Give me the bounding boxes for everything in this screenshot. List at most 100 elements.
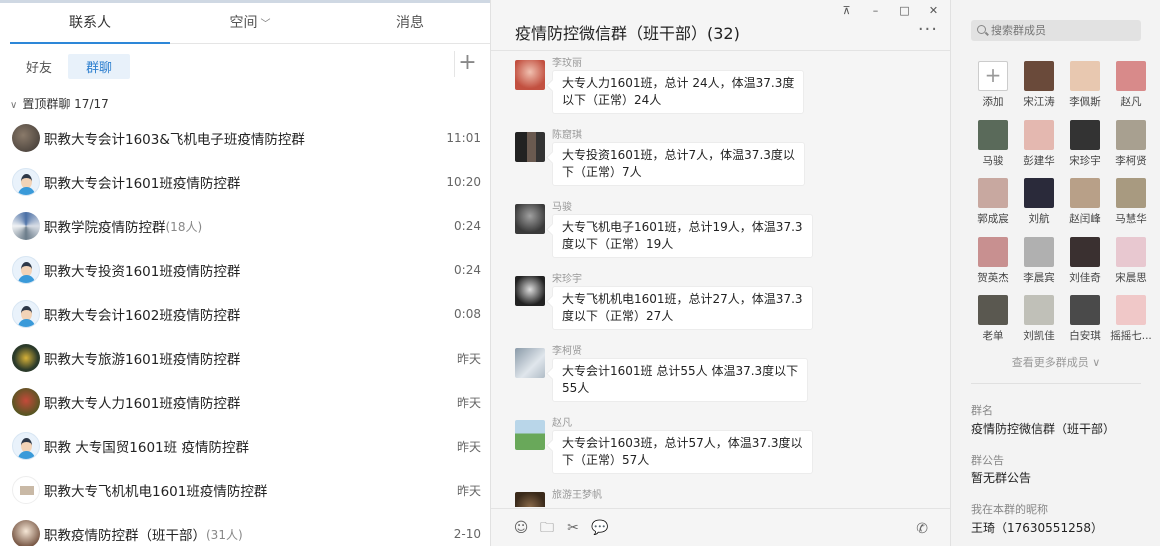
message-bubble[interactable]: 大专投资1601班，总计7人，体温37.3度以 下（正常）7人: [552, 142, 805, 186]
member-item[interactable]: 刘凯佳: [1016, 295, 1062, 354]
group-time: 昨天: [456, 395, 481, 410]
message-bubble[interactable]: 大专飞机机电1601班，总计27人，体温37.3 度以下（正常）27人: [552, 286, 813, 330]
group-time: 0:24: [454, 263, 481, 277]
group-member-count: (31人): [206, 527, 243, 542]
member-item[interactable]: 摇摇七...: [1108, 295, 1154, 354]
member-item[interactable]: 宋珍宇: [1062, 119, 1108, 179]
sender-avatar[interactable]: [515, 132, 545, 162]
sender-avatar[interactable]: [515, 204, 545, 234]
message-bubble[interactable]: 大专会计1603班，总计57人，体温37.3度以 下（正常）57人: [552, 430, 813, 474]
minimize-icon[interactable]: –: [861, 2, 890, 20]
close-icon[interactable]: ✕: [919, 2, 948, 20]
message-line: 大专飞机电子1601班，总计19人，体温37.3: [562, 220, 803, 234]
subtab-groups[interactable]: 群聊: [68, 53, 131, 79]
chat-bubble-icon[interactable]: 💬: [591, 520, 608, 536]
member-item[interactable]: 李佩斯: [1062, 61, 1108, 120]
member-item[interactable]: 白安琪: [1062, 295, 1108, 354]
member-item[interactable]: 马骏: [970, 119, 1016, 179]
message-line: 大专会计1603班，总计57人，体温37.3度以: [562, 436, 803, 450]
contact-subtabs: 好友 群聊 +: [14, 51, 480, 79]
search-icon: [977, 25, 986, 34]
member-name: 宋晨思: [1115, 271, 1147, 284]
group-list-item[interactable]: 职教 大专国贸1601班 疫情防控群 昨天: [0, 424, 490, 468]
member-search-input[interactable]: [991, 24, 1131, 37]
member-item[interactable]: 老单: [970, 295, 1016, 354]
sender-avatar[interactable]: [515, 348, 545, 378]
more-options-icon[interactable]: ···: [918, 21, 938, 39]
member-item[interactable]: 马慧华: [1108, 178, 1154, 237]
plus-icon[interactable]: +: [454, 51, 480, 77]
pin-icon[interactable]: ⊼: [832, 2, 861, 20]
member-item[interactable]: 贺英杰: [970, 236, 1016, 296]
member-name: 马慧华: [1115, 213, 1147, 225]
member-item[interactable]: 刘航: [1016, 178, 1062, 237]
folder-icon[interactable]: 🗀: [539, 520, 555, 536]
group-time: 2-10: [453, 527, 481, 541]
chat-title: 疫情防控微信群（班干部）(32): [515, 24, 740, 43]
tab-space-label: 空间: [229, 15, 258, 31]
member-name: 李柯贤: [1115, 154, 1147, 167]
group-list-item[interactable]: 职教疫情防控群（班干部） (31人) 2-10: [0, 512, 490, 546]
sender-name: 宋珍宇: [552, 274, 582, 285]
member-item[interactable]: 刘佳奇: [1062, 236, 1108, 296]
member-search[interactable]: [971, 20, 1141, 41]
subtab-friends[interactable]: 好友: [14, 54, 64, 79]
group-name: 职教大专投资1601班疫情防控群: [44, 264, 241, 280]
message-bubble[interactable]: 大专人力1601班，总计 24人，体温37.3度 以下（正常）24人: [552, 70, 805, 114]
scissors-icon[interactable]: ✂: [565, 520, 581, 536]
member-item[interactable]: 赵闰峰: [1062, 178, 1108, 237]
member-grid: + 添加 宋江涛 李佩斯 赵凡马骏 彭建华 宋珍宇 李柯贤郭成宸 刘航 赵闰峰 马慧华贺英杰 李晨…: [970, 61, 1152, 354]
section-count: 17/17: [74, 97, 109, 111]
member-avatar: [1116, 236, 1146, 267]
group-name: 职教大专会计1601班疫情防控群: [44, 176, 241, 192]
chevron-down-icon: ∨: [1092, 356, 1101, 369]
group-avatar: [12, 124, 40, 152]
message-line: 大专人力1601班，总计 24人，体温37.3度: [562, 76, 795, 90]
group-avatar: [12, 432, 40, 460]
member-name: 摇摇七...: [1110, 330, 1152, 342]
group-list-item[interactable]: 职教大专会计1603&飞机电子班疫情防控群 11:01: [0, 116, 490, 160]
sender-avatar[interactable]: [515, 420, 545, 450]
sender-avatar[interactable]: [515, 60, 545, 90]
sender-avatar[interactable]: [515, 492, 545, 507]
add-member-button[interactable]: + 添加: [970, 61, 1016, 120]
message-bubble[interactable]: 大专飞机电子1601班，总计19人，体温37.3 度以下（正常）19人: [552, 214, 813, 258]
message-line: 下（正常）7人: [562, 165, 642, 179]
member-item[interactable]: 宋晨思: [1108, 236, 1154, 296]
message-list[interactable]: 李玟丽 大专人力1601班，总计 24人，体温37.3度 以下（正常）24人 陈窟琪大…: [491, 51, 950, 507]
group-list-item[interactable]: 职教大专人力1601班疫情防控群 昨天: [0, 380, 490, 424]
group-list-item[interactable]: 职教大专会计1602班疫情防控群 0:08: [0, 292, 490, 336]
phone-icon[interactable]: ✆: [916, 521, 928, 537]
notice-value[interactable]: 暂无群公告: [971, 469, 1031, 486]
message-bubble[interactable]: 大专会计1601班 总计55人 体温37.3度以下 55人: [552, 358, 809, 402]
sender-avatar[interactable]: [515, 276, 545, 306]
member-item[interactable]: 彭建华: [1016, 119, 1062, 179]
group-list-item[interactable]: 职教大专会计1601班疫情防控群 10:20: [0, 160, 490, 204]
group-list-item[interactable]: 职教大专飞机机电1601班疫情防控群 昨天: [0, 468, 490, 512]
more-members-link[interactable]: 查看更多群成员 ∨: [971, 354, 1141, 370]
member-name: 刘佳奇: [1069, 271, 1101, 284]
maximize-icon[interactable]: □: [890, 2, 919, 20]
sender-name: 赵凡: [552, 418, 572, 429]
member-avatar: [1070, 236, 1100, 267]
tab-contacts[interactable]: 联系人: [10, 6, 170, 44]
group-name: 职教疫情防控群（班干部）: [44, 528, 206, 544]
group-list-item[interactable]: 职教大专投资1601班疫情防控群 0:24: [0, 248, 490, 292]
nickname-value[interactable]: 王琦（17630551258）: [971, 519, 1103, 536]
member-item[interactable]: 李晨宾: [1016, 236, 1062, 296]
pinned-groups-header[interactable]: ∨ 置顶群聊 17/17: [10, 95, 109, 112]
member-item[interactable]: 李柯贤: [1108, 119, 1154, 179]
tab-messages[interactable]: 消息: [330, 6, 490, 43]
emoji-icon[interactable]: ☺: [513, 520, 529, 536]
group-list-item[interactable]: 职教大专旅游1601班疫情防控群 昨天: [0, 336, 490, 380]
group-name-value[interactable]: 疫情防控微信群（班干部）: [971, 420, 1115, 437]
member-item[interactable]: 赵凡: [1108, 61, 1154, 120]
more-members-label: 查看更多群成员: [1011, 356, 1089, 369]
member-item[interactable]: 郭成宸: [970, 178, 1016, 237]
group-name: 职教学院疫情防控群: [44, 220, 166, 236]
group-list-item[interactable]: 职教学院疫情防控群 (18人) 0:24: [0, 204, 490, 248]
group-name: 职教大专飞机机电1601班疫情防控群: [44, 484, 268, 500]
tab-space[interactable]: 空间 ﹀: [170, 6, 330, 43]
member-item[interactable]: 宋江涛: [1016, 61, 1062, 120]
tab-messages-label: 消息: [396, 15, 424, 31]
